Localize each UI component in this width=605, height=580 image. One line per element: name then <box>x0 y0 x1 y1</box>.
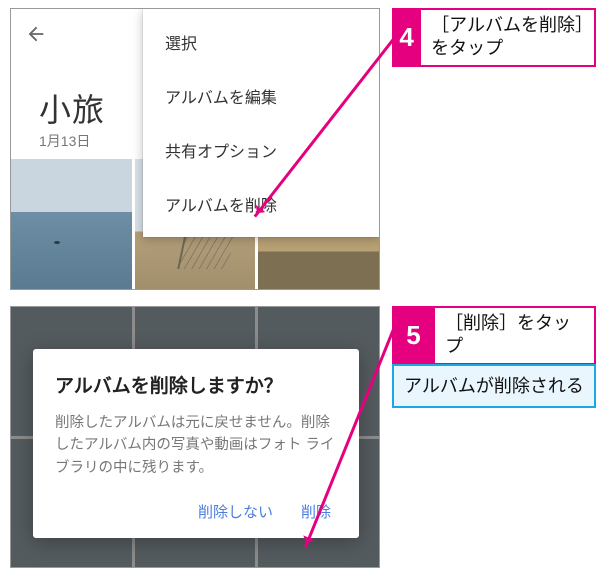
menu-item-share-options[interactable]: 共有オプション <box>143 123 380 177</box>
step-text: ［削除］をタップ <box>435 306 596 365</box>
dialog-actions: 削除しない 削除 <box>55 501 337 526</box>
overflow-menu: 選択 アルバムを編集 共有オプション アルバムを削除 <box>143 9 380 237</box>
menu-item-edit-album[interactable]: アルバムを編集 <box>143 69 380 123</box>
step-number: 5 <box>392 306 435 365</box>
step-number: 4 <box>392 8 421 67</box>
dialog-title: アルバムを削除しますか？ <box>55 371 337 398</box>
back-arrow-icon[interactable] <box>25 23 47 45</box>
step-text: ［アルバムを削除］をタップ <box>421 8 596 67</box>
thumbnail[interactable] <box>11 159 132 290</box>
result-note: アルバムが削除される <box>392 364 596 408</box>
callout-step5: 5 ［削除］をタップ <box>392 306 596 365</box>
callout-step4: 4 ［アルバムを削除］をタップ <box>392 8 596 67</box>
delete-dialog: アルバムを削除しますか？ 削除したアルバムは元に戻せません。削除したアルバム内の… <box>33 349 359 538</box>
dialog-cancel-button[interactable]: 削除しない <box>198 501 273 522</box>
album-date: 1月13日 <box>39 131 90 151</box>
figure-step5: アルバムを削除しますか？ 削除したアルバムは元に戻せません。削除したアルバム内の… <box>10 306 380 568</box>
figure-step4: 小旅 1月13日 選択 アルバムを編集 共有オプション アルバムを削除 <box>10 8 380 290</box>
dialog-body: 削除したアルバムは元に戻せません。削除したアルバム内の写真や動画はフォト ライブ… <box>55 412 337 479</box>
menu-item-select[interactable]: 選択 <box>143 15 380 69</box>
album-title: 小旅 <box>39 85 105 131</box>
